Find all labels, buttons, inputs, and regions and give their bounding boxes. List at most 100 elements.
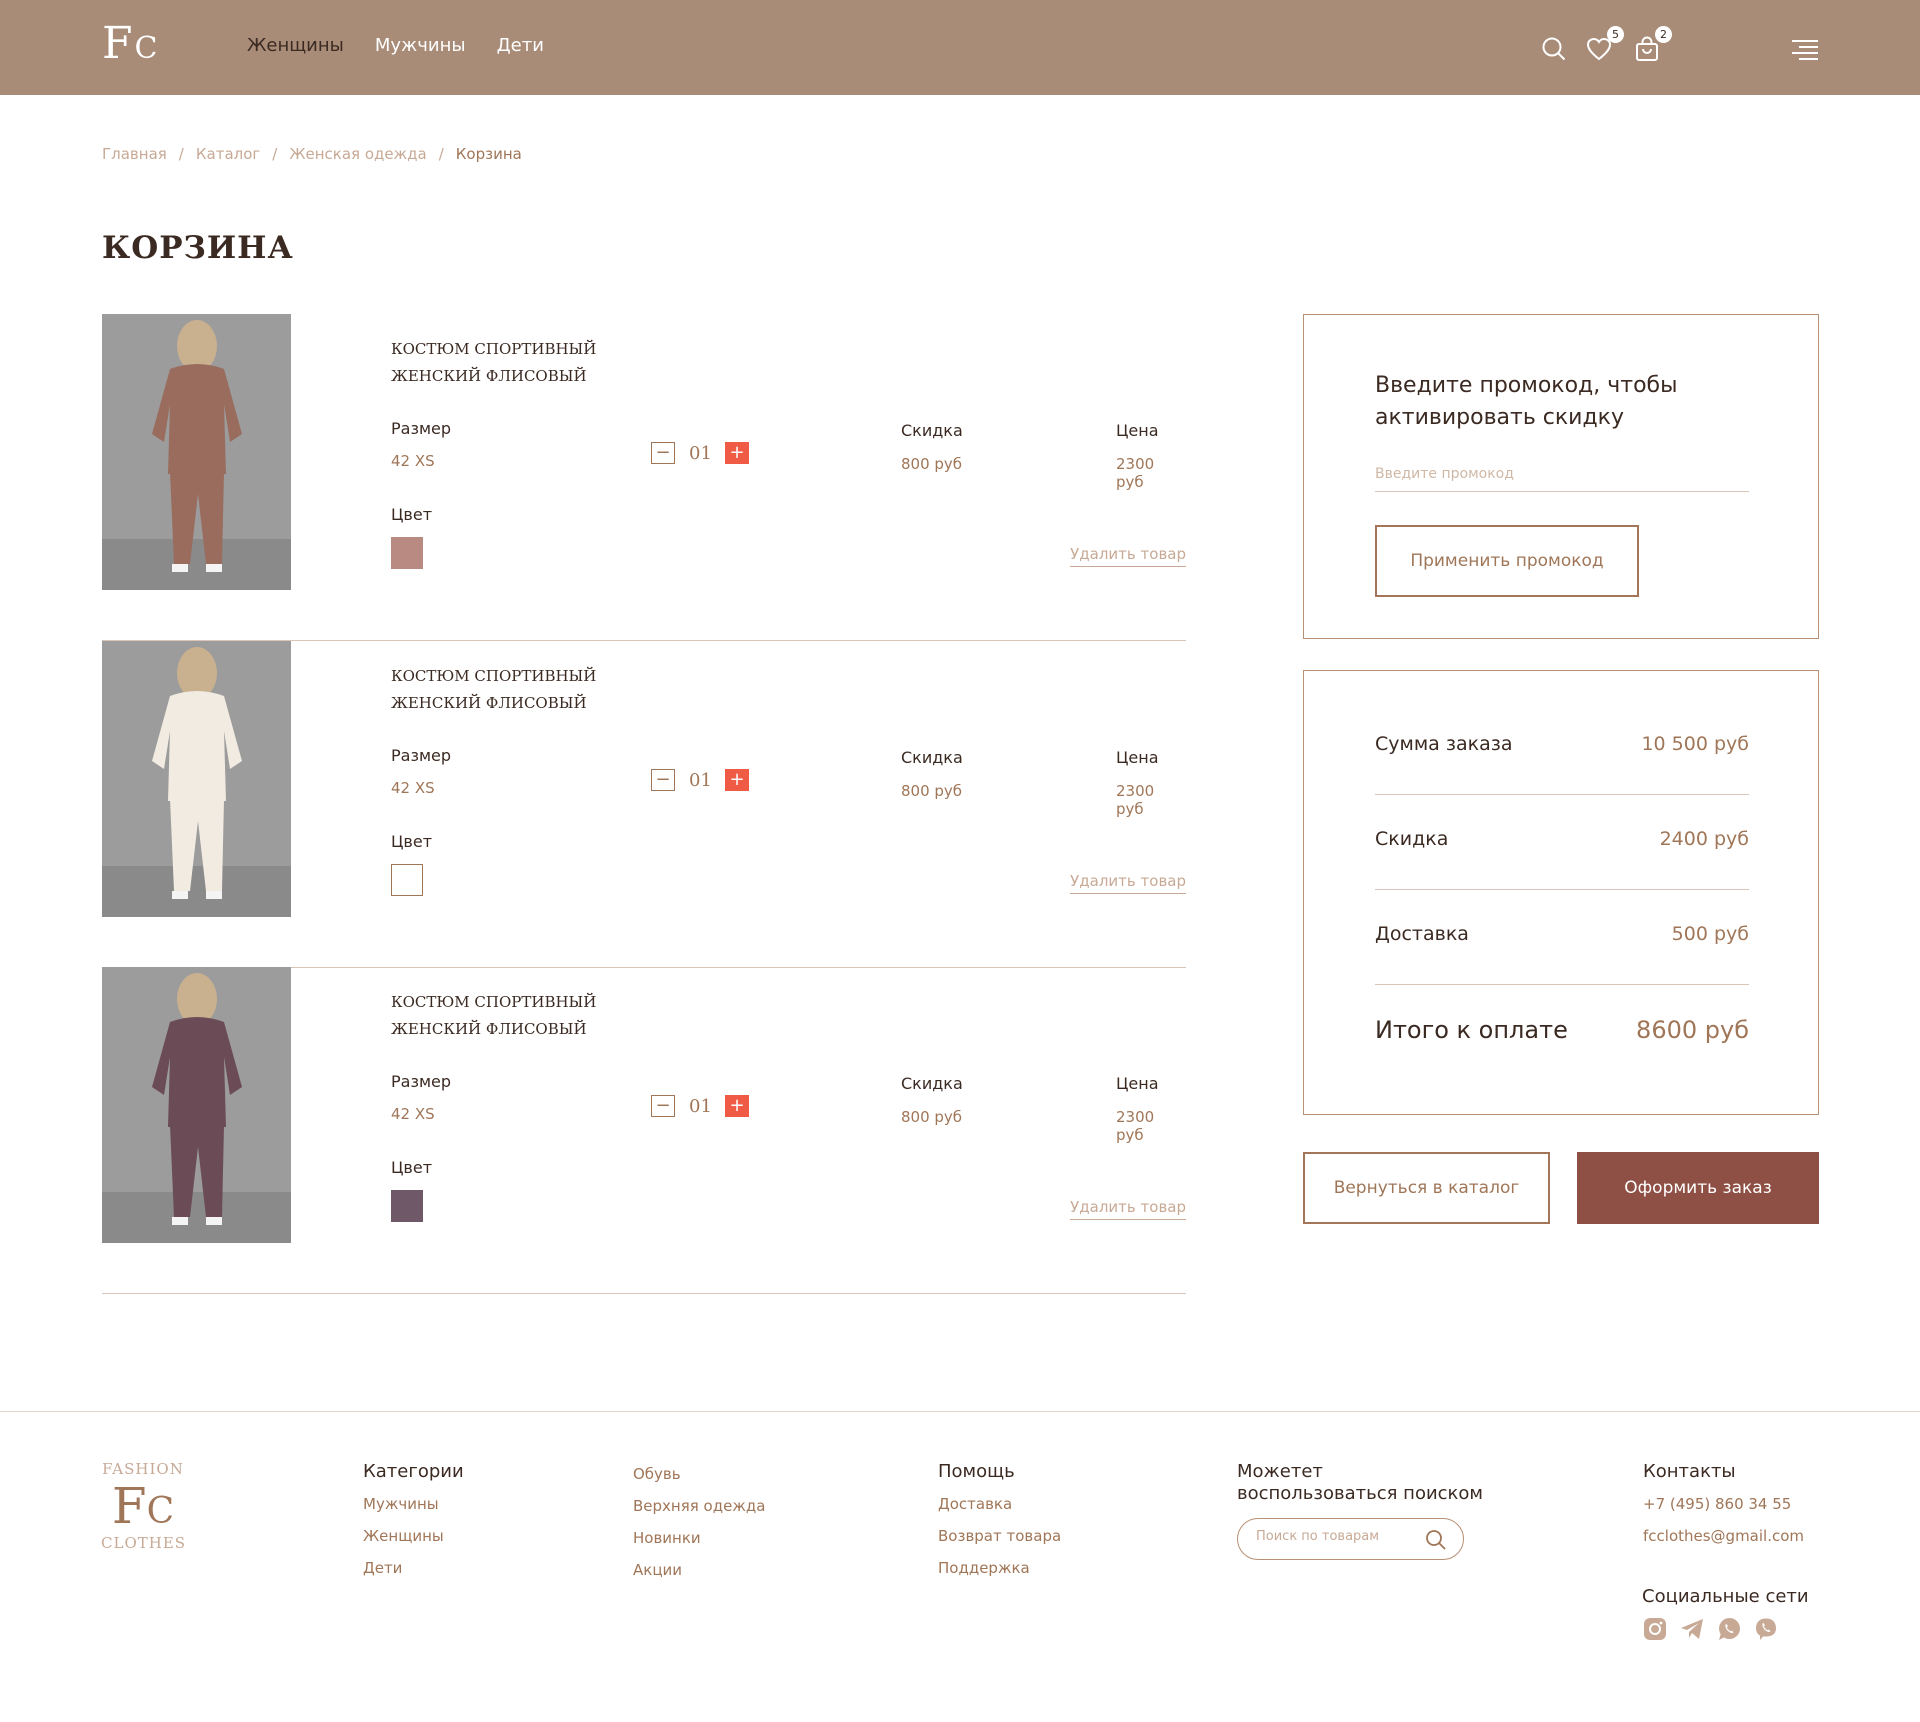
instagram-icon[interactable]	[1643, 1617, 1667, 1641]
summary-order-sum: Сумма заказа 10 500 руб	[1375, 733, 1749, 755]
viber-icon[interactable]	[1754, 1617, 1778, 1641]
size-value: 42 XS	[391, 452, 435, 470]
total-value: 8600 руб	[1636, 1016, 1749, 1044]
size-label: Размер	[391, 419, 452, 438]
order-sum-label: Сумма заказа	[1375, 733, 1513, 755]
breadcrumb-catalog[interactable]: Каталог	[196, 145, 260, 163]
cart-item: КОСТЮМ СПОРТИВНЫЙ ЖЕНСКИЙ ФЛИСОВЫЙ Разме…	[102, 314, 1186, 641]
quantity-decrease-button[interactable]: −	[651, 1095, 675, 1117]
remove-item-button[interactable]: Удалить товар	[1070, 545, 1186, 567]
social-links	[1643, 1617, 1778, 1641]
discount-label: Скидка	[901, 1074, 963, 1093]
footer-logo[interactable]: FASHION FC CLOTHES	[101, 1460, 185, 1552]
cart-item: КОСТЮМ СПОРТИВНЫЙ ЖЕНСКИЙ ФЛИСОВЫЙ Разме…	[102, 641, 1186, 968]
footer-link-delivery[interactable]: Доставка	[938, 1495, 1061, 1513]
summary-divider	[1375, 984, 1749, 985]
site-header: FC Женщины Мужчины Дети 5 2	[0, 0, 1920, 95]
wishlist-button[interactable]: 5	[1586, 26, 1624, 62]
quantity-increase-button[interactable]: +	[725, 1095, 749, 1117]
footer-logo-bottom: CLOTHES	[101, 1534, 187, 1552]
logo[interactable]: FC	[102, 18, 158, 69]
footer-search-title: Можетет воспользоваться поиском	[1237, 1461, 1484, 1504]
discount-value: 800 руб	[901, 1108, 963, 1126]
quantity-decrease-button[interactable]: −	[651, 442, 675, 464]
breadcrumb-cart: Корзина	[455, 145, 522, 163]
discount-label: Скидка	[901, 421, 963, 440]
product-photo[interactable]	[102, 641, 291, 917]
promo-panel: Введите промокод, чтобы активировать ски…	[1303, 314, 1819, 639]
nav-kids[interactable]: Дети	[497, 35, 544, 56]
size-label: Размер	[391, 1072, 452, 1091]
price-label: Цена	[1116, 421, 1159, 440]
promo-code-input[interactable]	[1375, 456, 1749, 492]
footer-social-title: Социальные сети	[1642, 1586, 1809, 1607]
footer-link-outerwear[interactable]: Верхняя одежда	[633, 1497, 765, 1515]
footer-contacts: Контакты +7 (495) 860 34 55 fcclothes@gm…	[1643, 1461, 1804, 1559]
search-icon[interactable]	[1425, 1529, 1447, 1551]
telegram-icon[interactable]	[1680, 1617, 1704, 1641]
menu-icon[interactable]	[1790, 36, 1820, 62]
footer-link-women[interactable]: Женщины	[363, 1527, 464, 1545]
main-nav: Женщины Мужчины Дети	[247, 35, 544, 56]
place-order-button[interactable]: Оформить заказ	[1577, 1152, 1819, 1224]
footer-help: Помощь Доставка Возврат товара Поддержка	[938, 1461, 1061, 1591]
nav-women[interactable]: Женщины	[247, 35, 344, 56]
remove-item-button[interactable]: Удалить товар	[1070, 872, 1186, 894]
page-title: КОРЗИНА	[102, 230, 294, 266]
price-label: Цена	[1116, 1074, 1159, 1093]
footer-phone[interactable]: +7 (495) 860 34 55	[1643, 1495, 1804, 1513]
color-label: Цвет	[391, 505, 433, 524]
footer-search	[1237, 1518, 1464, 1560]
breadcrumb-separator: /	[438, 145, 444, 163]
logo-letter-f: F	[102, 18, 133, 69]
whatsapp-icon[interactable]	[1717, 1617, 1741, 1641]
cart-count-badge: 2	[1655, 26, 1672, 43]
price-value: 2300 руб	[1116, 1108, 1155, 1144]
product-photo[interactable]	[102, 314, 291, 590]
delivery-value: 500 руб	[1671, 923, 1749, 945]
product-name[interactable]: КОСТЮМ СПОРТИВНЫЙ ЖЕНСКИЙ ФЛИСОВЫЙ	[391, 336, 621, 390]
footer-link-new[interactable]: Новинки	[633, 1529, 765, 1547]
product-name[interactable]: КОСТЮМ СПОРТИВНЫЙ ЖЕНСКИЙ ФЛИСОВЫЙ	[391, 663, 621, 717]
remove-item-button[interactable]: Удалить товар	[1070, 1198, 1186, 1220]
footer-link-kids[interactable]: Дети	[363, 1559, 464, 1577]
quantity-decrease-button[interactable]: −	[651, 769, 675, 791]
quantity-stepper: − 01 +	[651, 1095, 749, 1117]
nav-men[interactable]: Мужчины	[375, 35, 466, 56]
quantity-stepper: − 01 +	[651, 442, 749, 464]
footer-search-input[interactable]	[1256, 1529, 1416, 1544]
quantity-stepper: − 01 +	[651, 769, 749, 791]
footer-link-returns[interactable]: Возврат товара	[938, 1527, 1061, 1545]
summary-divider	[1375, 889, 1749, 890]
footer-link-men[interactable]: Мужчины	[363, 1495, 464, 1513]
apply-promo-button[interactable]: Применить промокод	[1375, 525, 1639, 597]
order-summary: Сумма заказа 10 500 руб Скидка 2400 руб …	[1303, 670, 1819, 1115]
footer-logo-letter-f: F	[111, 1477, 147, 1535]
summary-divider	[1375, 794, 1749, 795]
quantity-increase-button[interactable]: +	[725, 769, 749, 791]
footer-link-sales[interactable]: Акции	[633, 1561, 765, 1579]
footer-more-links: Обувь Верхняя одежда Новинки Акции	[633, 1465, 765, 1593]
discount-value: 800 руб	[901, 782, 963, 800]
breadcrumb-separator: /	[178, 145, 184, 163]
footer-categories-title: Категории	[363, 1461, 464, 1482]
cart-button[interactable]: 2	[1634, 26, 1672, 62]
product-name[interactable]: КОСТЮМ СПОРТИВНЫЙ ЖЕНСКИЙ ФЛИСОВЫЙ	[391, 989, 621, 1043]
size-value: 42 XS	[391, 779, 435, 797]
color-swatch	[391, 537, 423, 569]
footer-help-title: Помощь	[938, 1461, 1015, 1482]
quantity-value: 01	[689, 442, 712, 464]
color-label: Цвет	[391, 1158, 433, 1177]
breadcrumb-separator: /	[272, 145, 278, 163]
footer-email[interactable]: fcclothes@gmail.com	[1643, 1527, 1804, 1545]
search-icon[interactable]	[1541, 36, 1567, 62]
quantity-increase-button[interactable]: +	[725, 442, 749, 464]
product-photo[interactable]	[102, 967, 291, 1243]
footer-link-shoes[interactable]: Обувь	[633, 1465, 765, 1483]
footer-link-support[interactable]: Поддержка	[938, 1559, 1061, 1577]
footer-search-block: Можетет воспользоваться поиском	[1237, 1461, 1487, 1517]
breadcrumb-women-clothes[interactable]: Женская одежда	[289, 145, 426, 163]
back-to-catalog-button[interactable]: Вернуться в каталог	[1303, 1152, 1550, 1224]
breadcrumb-home[interactable]: Главная	[102, 145, 167, 163]
quantity-value: 01	[689, 769, 712, 791]
